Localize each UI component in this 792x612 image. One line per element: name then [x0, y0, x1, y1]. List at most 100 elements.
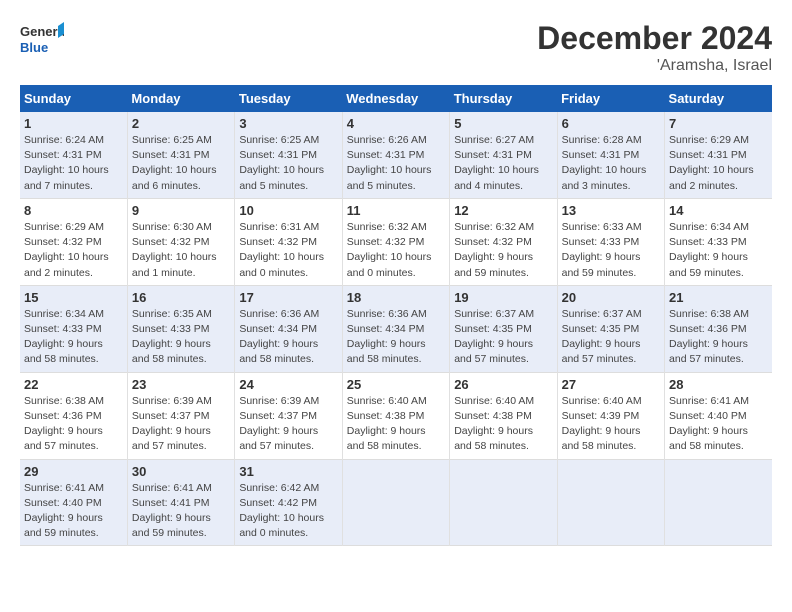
calendar-cell: 29 Sunrise: 6:41 AMSunset: 4:40 PMDayligh…: [20, 459, 127, 546]
col-header-sunday: Sunday: [20, 85, 127, 112]
calendar-table: SundayMondayTuesdayWednesdayThursdayFrid…: [20, 85, 772, 546]
calendar-cell: 19Sunrise: 6:37 AMSunset: 4:35 PMDayligh…: [450, 285, 557, 372]
day-number: 5: [454, 116, 552, 131]
day-detail: Sunrise: 6:30 AMSunset: 4:32 PMDaylight:…: [132, 220, 230, 281]
day-detail: Sunrise: 6:40 AMSunset: 4:38 PMDaylight:…: [347, 394, 445, 455]
day-number: 17: [239, 290, 337, 305]
day-number: 18: [347, 290, 445, 305]
day-number: 7: [669, 116, 768, 131]
day-detail: Sunrise: 6:33 AMSunset: 4:33 PMDaylight:…: [562, 220, 660, 281]
calendar-cell: 5 Sunrise: 6:27 AMSunset: 4:31 PMDaylight…: [450, 112, 557, 198]
page-subtitle: 'Aramsha, Israel: [537, 57, 772, 75]
day-detail: Sunrise: 6:29 AMSunset: 4:31 PMDaylight:…: [669, 133, 768, 194]
logo-container: General Blue: [20, 20, 68, 63]
day-number: 14: [669, 203, 768, 218]
day-detail: Sunrise: 6:25 AMSunset: 4:31 PMDaylight:…: [132, 133, 230, 194]
day-detail: Sunrise: 6:38 AMSunset: 4:36 PMDaylight:…: [24, 394, 123, 455]
day-detail: Sunrise: 6:39 AMSunset: 4:37 PMDaylight:…: [132, 394, 230, 455]
day-number: 8: [24, 203, 123, 218]
calendar-cell: 22 Sunrise: 6:38 AMSunset: 4:36 PMDayligh…: [20, 372, 127, 459]
col-header-thursday: Thursday: [450, 85, 557, 112]
week-row-4: 22 Sunrise: 6:38 AMSunset: 4:36 PMDayligh…: [20, 372, 772, 459]
calendar-cell: 2Sunrise: 6:25 AMSunset: 4:31 PMDaylight…: [127, 112, 234, 198]
day-detail: Sunrise: 6:32 AMSunset: 4:32 PMDaylight:…: [454, 220, 552, 281]
calendar-cell: 25 Sunrise: 6:40 AMSunset: 4:38 PMDayligh…: [342, 372, 449, 459]
calendar-cell: 18 Sunrise: 6:36 AMSunset: 4:34 PMDayligh…: [342, 285, 449, 372]
week-row-1: 1 Sunrise: 6:24 AMSunset: 4:31 PMDaylight…: [20, 112, 772, 198]
col-header-friday: Friday: [557, 85, 664, 112]
calendar-cell: [665, 459, 772, 546]
page-title: December 2024: [537, 20, 772, 57]
logo-graphic: General Blue: [20, 20, 64, 63]
day-detail: Sunrise: 6:28 AMSunset: 4:31 PMDaylight:…: [562, 133, 660, 194]
day-detail: Sunrise: 6:40 AMSunset: 4:39 PMDaylight:…: [562, 394, 660, 455]
week-row-2: 8Sunrise: 6:29 AMSunset: 4:32 PMDaylight…: [20, 198, 772, 285]
day-detail: Sunrise: 6:36 AMSunset: 4:34 PMDaylight:…: [239, 307, 337, 368]
calendar-cell: [557, 459, 664, 546]
day-number: 27: [562, 377, 660, 392]
day-number: 22: [24, 377, 123, 392]
day-detail: Sunrise: 6:41 AMSunset: 4:41 PMDaylight:…: [132, 481, 230, 542]
calendar-cell: 16 Sunrise: 6:35 AMSunset: 4:33 PMDayligh…: [127, 285, 234, 372]
day-detail: Sunrise: 6:34 AMSunset: 4:33 PMDaylight:…: [669, 220, 768, 281]
day-number: 9: [132, 203, 230, 218]
calendar-cell: 10 Sunrise: 6:31 AMSunset: 4:32 PMDayligh…: [235, 198, 342, 285]
calendar-cell: 23Sunrise: 6:39 AMSunset: 4:37 PMDayligh…: [127, 372, 234, 459]
calendar-cell: 1 Sunrise: 6:24 AMSunset: 4:31 PMDaylight…: [20, 112, 127, 198]
calendar-cell: 31 Sunrise: 6:42 AMSunset: 4:42 PMDayligh…: [235, 459, 342, 546]
day-number: 31: [239, 464, 337, 479]
day-number: 1: [24, 116, 123, 131]
day-number: 29: [24, 464, 123, 479]
day-detail: Sunrise: 6:25 AMSunset: 4:31 PMDaylight:…: [239, 133, 337, 194]
day-number: 20: [562, 290, 660, 305]
logo-svg: General Blue: [20, 20, 64, 58]
day-number: 16: [132, 290, 230, 305]
day-detail: Sunrise: 6:38 AMSunset: 4:36 PMDaylight:…: [669, 307, 768, 368]
day-detail: Sunrise: 6:40 AMSunset: 4:38 PMDaylight:…: [454, 394, 552, 455]
day-number: 12: [454, 203, 552, 218]
logo: General Blue: [20, 20, 68, 63]
day-detail: Sunrise: 6:32 AMSunset: 4:32 PMDaylight:…: [347, 220, 445, 281]
day-number: 24: [239, 377, 337, 392]
day-detail: Sunrise: 6:36 AMSunset: 4:34 PMDaylight:…: [347, 307, 445, 368]
calendar-cell: 13Sunrise: 6:33 AMSunset: 4:33 PMDayligh…: [557, 198, 664, 285]
day-detail: Sunrise: 6:41 AMSunset: 4:40 PMDaylight:…: [24, 481, 123, 542]
day-detail: Sunrise: 6:39 AMSunset: 4:37 PMDaylight:…: [239, 394, 337, 455]
calendar-cell: 14 Sunrise: 6:34 AMSunset: 4:33 PMDayligh…: [665, 198, 772, 285]
day-detail: Sunrise: 6:31 AMSunset: 4:32 PMDaylight:…: [239, 220, 337, 281]
day-detail: Sunrise: 6:34 AMSunset: 4:33 PMDaylight:…: [24, 307, 123, 368]
day-detail: Sunrise: 6:27 AMSunset: 4:31 PMDaylight:…: [454, 133, 552, 194]
calendar-cell: 26 Sunrise: 6:40 AMSunset: 4:38 PMDayligh…: [450, 372, 557, 459]
calendar-cell: 11 Sunrise: 6:32 AMSunset: 4:32 PMDayligh…: [342, 198, 449, 285]
calendar-cell: 28Sunrise: 6:41 AMSunset: 4:40 PMDayligh…: [665, 372, 772, 459]
day-number: 6: [562, 116, 660, 131]
calendar-cell: 20 Sunrise: 6:37 AMSunset: 4:35 PMDayligh…: [557, 285, 664, 372]
day-number: 10: [239, 203, 337, 218]
calendar-cell: 9 Sunrise: 6:30 AMSunset: 4:32 PMDaylight…: [127, 198, 234, 285]
calendar-cell: 3 Sunrise: 6:25 AMSunset: 4:31 PMDaylight…: [235, 112, 342, 198]
day-detail: Sunrise: 6:35 AMSunset: 4:33 PMDaylight:…: [132, 307, 230, 368]
week-row-3: 15Sunrise: 6:34 AMSunset: 4:33 PMDayligh…: [20, 285, 772, 372]
calendar-cell: 24 Sunrise: 6:39 AMSunset: 4:37 PMDayligh…: [235, 372, 342, 459]
day-number: 11: [347, 203, 445, 218]
calendar-cell: 12 Sunrise: 6:32 AMSunset: 4:32 PMDayligh…: [450, 198, 557, 285]
calendar-cell: [450, 459, 557, 546]
day-detail: Sunrise: 6:37 AMSunset: 4:35 PMDaylight:…: [454, 307, 552, 368]
calendar-cell: 21Sunrise: 6:38 AMSunset: 4:36 PMDayligh…: [665, 285, 772, 372]
day-number: 3: [239, 116, 337, 131]
logo-text-blue: Blue: [20, 40, 48, 55]
col-header-saturday: Saturday: [665, 85, 772, 112]
day-detail: Sunrise: 6:42 AMSunset: 4:42 PMDaylight:…: [239, 481, 337, 542]
day-number: 4: [347, 116, 445, 131]
page-header: General Blue December 2024 'Aramsha, Isr…: [20, 20, 772, 75]
logo-text-general: General: [20, 24, 64, 39]
day-detail: Sunrise: 6:37 AMSunset: 4:35 PMDaylight:…: [562, 307, 660, 368]
title-block: December 2024 'Aramsha, Israel: [537, 20, 772, 75]
day-number: 25: [347, 377, 445, 392]
calendar-cell: 4 Sunrise: 6:26 AMSunset: 4:31 PMDaylight…: [342, 112, 449, 198]
col-header-tuesday: Tuesday: [235, 85, 342, 112]
day-detail: Sunrise: 6:26 AMSunset: 4:31 PMDaylight:…: [347, 133, 445, 194]
day-number: 26: [454, 377, 552, 392]
col-header-monday: Monday: [127, 85, 234, 112]
day-detail: Sunrise: 6:24 AMSunset: 4:31 PMDaylight:…: [24, 133, 123, 194]
